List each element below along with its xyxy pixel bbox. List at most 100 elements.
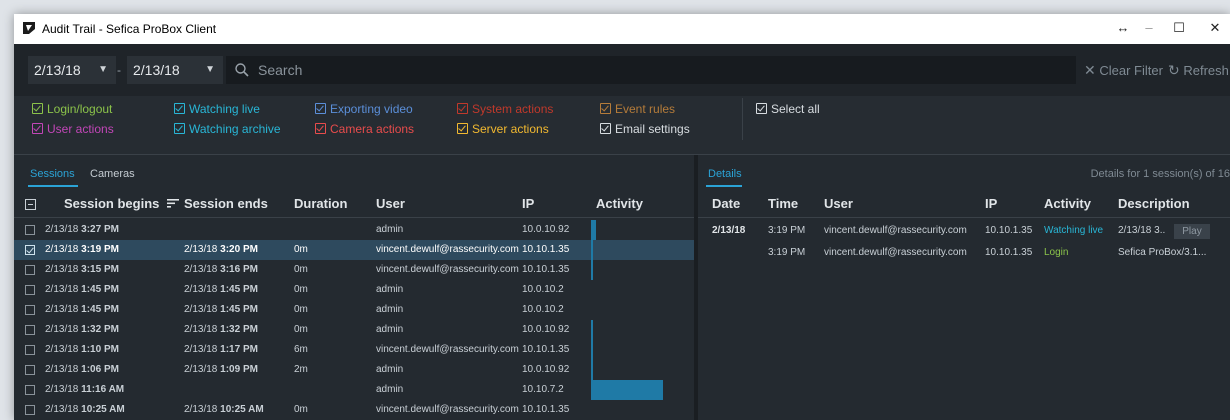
table-row[interactable]: 2/13/18 3:19 PM 2/13/18 3:20 PM 0m vincent.…: [14, 240, 694, 260]
col-duration[interactable]: Duration: [294, 195, 347, 213]
activity-cell: Watching live: [1044, 225, 1104, 236]
activity-cell: [591, 260, 663, 280]
checkbox-checked-icon: [174, 123, 185, 134]
col-session-begins-label: Session begins: [64, 196, 160, 211]
begin-date: 2/13/18: [45, 404, 79, 415]
duration-cell: 0m: [294, 284, 308, 295]
col-activity[interactable]: Activity: [596, 195, 643, 213]
col-session-begins[interactable]: Session begins: [64, 195, 179, 213]
chevron-down-icon: ▼: [98, 64, 108, 75]
user-cell: vincent.dewulf@rassecurity.com: [824, 247, 967, 258]
header-divider: [14, 217, 694, 218]
table-row[interactable]: 2/13/18 1:10 PM 2/13/18 1:17 PM 6m vincent.…: [14, 340, 694, 360]
minimize-button[interactable]: –: [1134, 18, 1164, 38]
begin-date: 2/13/18: [45, 264, 79, 275]
activity-cell: [591, 400, 663, 420]
checkbox-checked-icon: [600, 123, 611, 134]
table-row[interactable]: 2/13/18 11:16 AM admin 10.10.7.2: [14, 380, 694, 400]
date-to-select[interactable]: 2/13/18 ▼: [127, 56, 223, 84]
table-row[interactable]: 3:19 PM vincent.dewulf@rassecurity.com 10.…: [698, 242, 1230, 264]
checkbox-checked-icon: [174, 103, 185, 114]
play-button[interactable]: Play: [1174, 224, 1210, 239]
maximize-button[interactable]: ☐: [1164, 18, 1194, 38]
activity-bar: [591, 220, 596, 240]
tab-details[interactable]: Details: [708, 167, 742, 181]
row-checkbox[interactable]: [25, 405, 35, 415]
table-row[interactable]: 2/13/18 1:45 PM 2/13/18 1:45 PM 0m admin 10.…: [14, 300, 694, 320]
end-time: 1:09 PM: [220, 364, 258, 375]
session-begins-cell: 2/13/18 1:45 PM: [45, 300, 119, 320]
refresh-button[interactable]: ↻ Refresh: [1168, 56, 1229, 84]
search-icon: [235, 63, 249, 77]
row-checkbox[interactable]: [25, 325, 35, 335]
time-cell: 3:19 PM: [768, 247, 806, 258]
begin-date: 2/13/18: [45, 384, 79, 395]
activity-bar: [591, 260, 593, 280]
col-ip[interactable]: IP: [985, 195, 997, 213]
close-icon: ✕: [1084, 62, 1096, 78]
row-checkbox[interactable]: [25, 365, 35, 375]
begin-date: 2/13/18: [45, 224, 79, 235]
active-tab-indicator: [706, 185, 742, 187]
table-row[interactable]: 2/13/18 3:27 PM admin 10.0.10.92: [14, 220, 694, 240]
checkbox-checked-icon: [315, 103, 326, 114]
begin-time: 1:06 PM: [81, 364, 119, 375]
end-time: 3:20 PM: [220, 244, 258, 255]
session-ends-cell: 2/13/18 10:25 AM: [184, 400, 264, 420]
table-row[interactable]: 2/13/18 10:25 AM 2/13/18 10:25 AM 0m vincen…: [14, 400, 694, 420]
end-date: 2/13/18: [184, 404, 218, 415]
row-checkbox[interactable]: [25, 265, 35, 275]
date-from-select[interactable]: 2/13/18 ▼: [28, 56, 116, 84]
table-row[interactable]: 2/13/18 1:32 PM 2/13/18 1:32 PM 0m admin 10.…: [14, 320, 694, 340]
clear-filter-button[interactable]: ✕ Clear Filter: [1084, 56, 1163, 84]
tab-cameras[interactable]: Cameras: [90, 167, 135, 181]
end-time: 1:32 PM: [220, 324, 258, 335]
col-user[interactable]: User: [824, 195, 853, 213]
row-checkbox[interactable]: [25, 285, 35, 295]
col-description[interactable]: Description: [1118, 195, 1190, 213]
description-cell: 2/13/18 3..: [1118, 225, 1166, 236]
search-input[interactable]: Search: [226, 56, 1076, 84]
header-divider: [698, 217, 1230, 218]
close-button[interactable]: ✕: [1200, 18, 1230, 38]
date-from-value: 2/13/18: [34, 62, 81, 78]
begin-date: 2/13/18: [45, 284, 79, 295]
table-row[interactable]: 2/13/18 3:19 PM vincent.dewulf@rassecurity…: [698, 220, 1230, 242]
table-row[interactable]: 2/13/18 1:45 PM 2/13/18 1:45 PM 0m admin 10.…: [14, 280, 694, 300]
row-checkbox[interactable]: [25, 345, 35, 355]
session-begins-cell: 2/13/18 10:25 AM: [45, 400, 125, 420]
row-checkbox[interactable]: [25, 245, 35, 255]
begin-date: 2/13/18: [45, 324, 79, 335]
tab-sessions[interactable]: Sessions: [30, 167, 75, 181]
session-ends-cell: 2/13/18 1:09 PM: [184, 360, 258, 380]
select-all-rows-checkbox[interactable]: [25, 199, 36, 210]
row-checkbox[interactable]: [25, 305, 35, 315]
activity-bar: [591, 380, 663, 400]
end-time: 10:25 AM: [220, 404, 264, 415]
col-user[interactable]: User: [376, 195, 405, 213]
end-date: 2/13/18: [184, 264, 218, 275]
duration-cell: 0m: [294, 244, 308, 255]
end-date: 2/13/18: [184, 284, 218, 295]
description-cell: Sefica ProBox/3.1...: [1118, 247, 1207, 258]
user-cell: vincent.dewulf@rassecurity.com: [824, 225, 967, 236]
col-ip[interactable]: IP: [522, 195, 534, 213]
session-ends-cell: 2/13/18 3:20 PM: [184, 240, 258, 260]
table-row[interactable]: 2/13/18 3:15 PM 2/13/18 3:16 PM 0m vincent.…: [14, 260, 694, 280]
ip-cell: 10.0.10.2: [522, 304, 564, 315]
duration-cell: 0m: [294, 264, 308, 275]
col-activity[interactable]: Activity: [1044, 195, 1091, 213]
activity-cell: [591, 240, 663, 260]
user-cell: admin: [376, 224, 404, 235]
row-checkbox[interactable]: [25, 225, 35, 235]
user-cell: admin: [376, 284, 404, 295]
col-date[interactable]: Date: [712, 195, 740, 213]
session-ends-cell: 2/13/18 1:32 PM: [184, 320, 258, 340]
date-to-value: 2/13/18: [133, 62, 180, 78]
user-cell: vincent.dewulf@rassecurity.com: [376, 244, 519, 255]
row-checkbox[interactable]: [25, 385, 35, 395]
col-session-ends[interactable]: Session ends: [184, 195, 268, 213]
table-row[interactable]: 2/13/18 1:06 PM 2/13/18 1:09 PM 2m admin 10.…: [14, 360, 694, 380]
end-time: 1:45 PM: [220, 304, 258, 315]
col-time[interactable]: Time: [768, 195, 798, 213]
